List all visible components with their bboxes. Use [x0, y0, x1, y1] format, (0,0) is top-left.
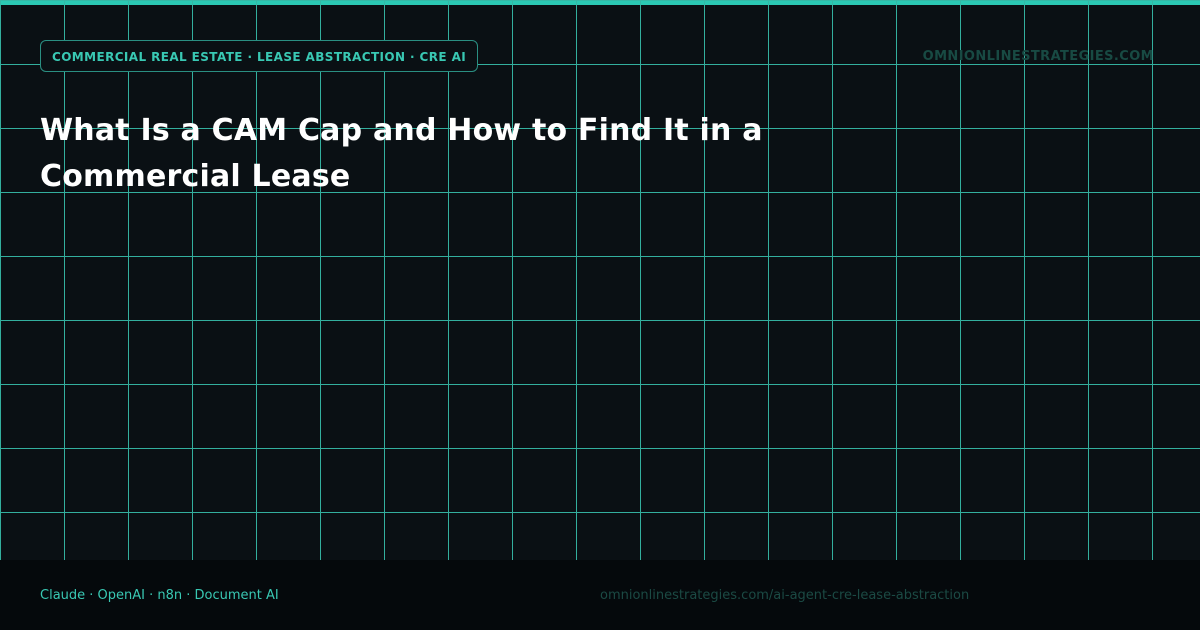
background-grid	[0, 0, 1200, 560]
brand-domain: OMNIONLINESTRATEGIES.COM	[922, 49, 1154, 64]
category-tag: COMMERCIAL REAL ESTATE · LEASE ABSTRACTI…	[40, 40, 479, 72]
social-card: COMMERCIAL REAL ESTATE · LEASE ABSTRACTI…	[0, 0, 1200, 630]
footer-url: omnionlinestrategies.com/ai-agent-cre-le…	[600, 588, 970, 603]
page-title: What Is a CAM Cap and How to Find It in …	[40, 113, 763, 194]
footer-bar: Claude · OpenAI · n8n · Document AI omni…	[0, 560, 1200, 630]
tech-stack-label: Claude · OpenAI · n8n · Document AI	[40, 588, 279, 603]
